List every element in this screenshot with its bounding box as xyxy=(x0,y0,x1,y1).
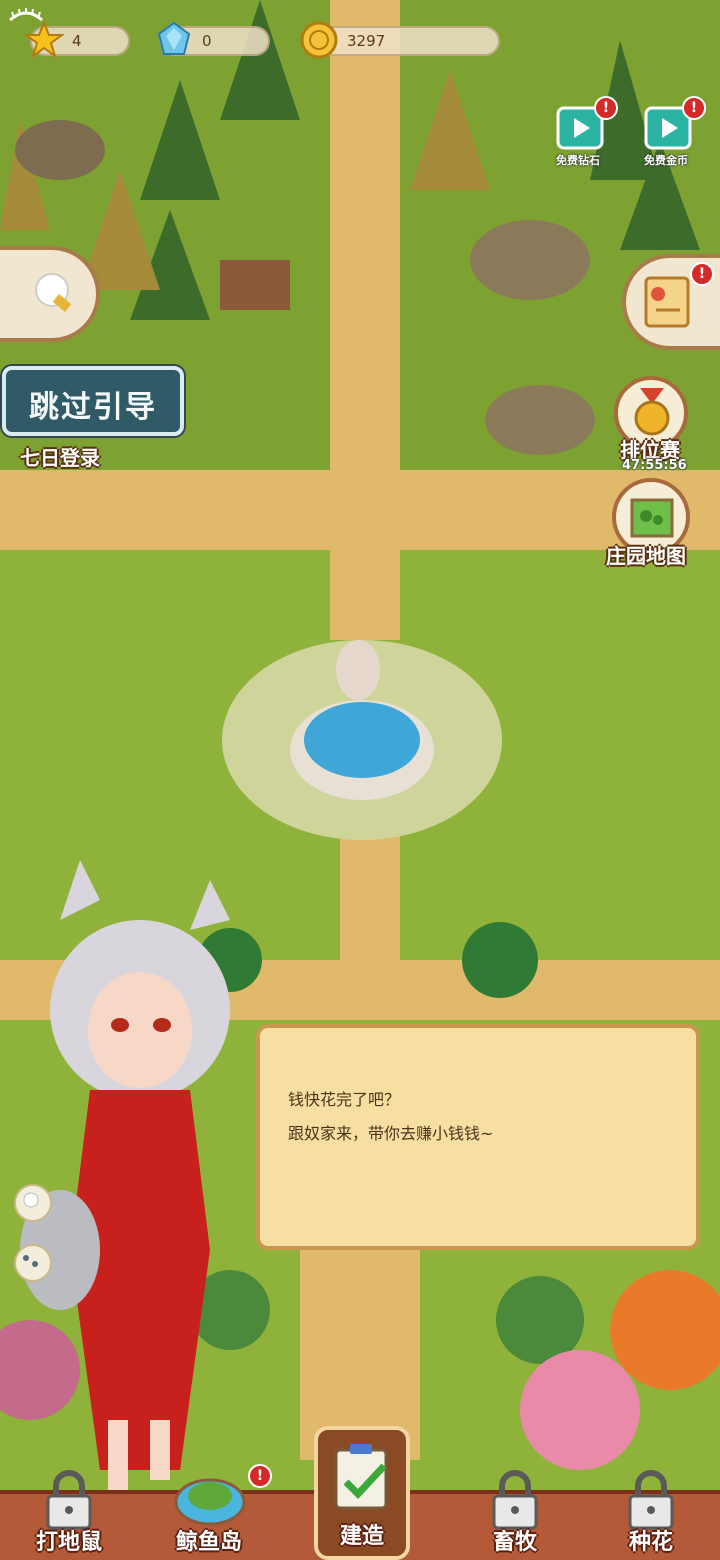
skip-guide-button[interactable]: 跳过引导 xyxy=(2,366,184,436)
nav-whale-island[interactable]: ! 鲸鱼岛 xyxy=(154,1446,272,1560)
island-icon xyxy=(174,1478,246,1526)
seven-day-login-button[interactable] xyxy=(0,246,100,342)
ranking-timer: 47:55:56 xyxy=(622,458,687,473)
tip-bulb-button[interactable] xyxy=(14,1184,52,1222)
dialog-line-1: 钱快花完了吧？ xyxy=(288,1090,401,1109)
medal-icon xyxy=(634,388,670,436)
coin-icon xyxy=(300,21,338,59)
coin-counter: 3297 xyxy=(300,21,500,59)
alert-badge: ! xyxy=(690,262,714,286)
skip-guide-label: 跳过引导 xyxy=(29,390,157,425)
coin-count: 3297 xyxy=(347,32,386,50)
nav-plant-flowers-label: 种花 xyxy=(628,1530,673,1555)
nav-build-label: 建造 xyxy=(339,1524,384,1549)
diamond-icon xyxy=(157,21,191,55)
alert-badge: ! xyxy=(682,96,706,120)
nav-whack-mole-label: 打地鼠 xyxy=(35,1530,102,1555)
star-counter: 4 xyxy=(24,20,130,59)
quest-scroll-button[interactable]: ! xyxy=(622,254,720,350)
settings-dots-button[interactable] xyxy=(14,1244,52,1282)
clipboard-check-icon xyxy=(334,1444,388,1510)
diamond-counter: 0 xyxy=(157,21,270,56)
alert-badge: ! xyxy=(248,1464,272,1488)
nav-whack-mole[interactable]: 打地鼠 xyxy=(14,1446,124,1560)
nav-livestock-label: 畜牧 xyxy=(492,1530,537,1555)
dots-icon xyxy=(23,1255,38,1267)
manor-map-label: 庄园地图 xyxy=(606,544,686,568)
diamond-count: 0 xyxy=(202,32,212,50)
star-count: 4 xyxy=(72,32,82,50)
nav-whale-island-label: 鲸鱼岛 xyxy=(175,1530,242,1555)
lightbulb-icon xyxy=(35,273,72,312)
dialog-line-2: 跟奴家来，带你去赚小钱钱~ xyxy=(288,1124,494,1143)
free-diamond-button[interactable]: ! 免费钻石 xyxy=(556,96,618,168)
free-coin-label: 免费金币 xyxy=(644,154,688,167)
star-icon xyxy=(24,20,64,59)
nav-plant-flowers[interactable]: 种花 xyxy=(596,1446,706,1560)
free-diamond-label: 免费钻石 xyxy=(556,154,600,167)
lightbulb-icon xyxy=(23,1192,39,1208)
dialog-bubble[interactable]: 钱快花完了吧？ 跟奴家来，带你去赚小钱钱~ xyxy=(256,1024,700,1250)
alert-badge: ! xyxy=(594,96,618,120)
nav-livestock[interactable]: 畜牧 xyxy=(460,1446,570,1560)
seven-day-login-label: 七日登录 xyxy=(20,446,100,470)
game-map-background xyxy=(0,0,720,1560)
free-coin-button[interactable]: ! 免费金币 xyxy=(644,96,706,168)
map-icon xyxy=(630,498,674,538)
nav-build[interactable]: 建造 xyxy=(314,1426,410,1560)
